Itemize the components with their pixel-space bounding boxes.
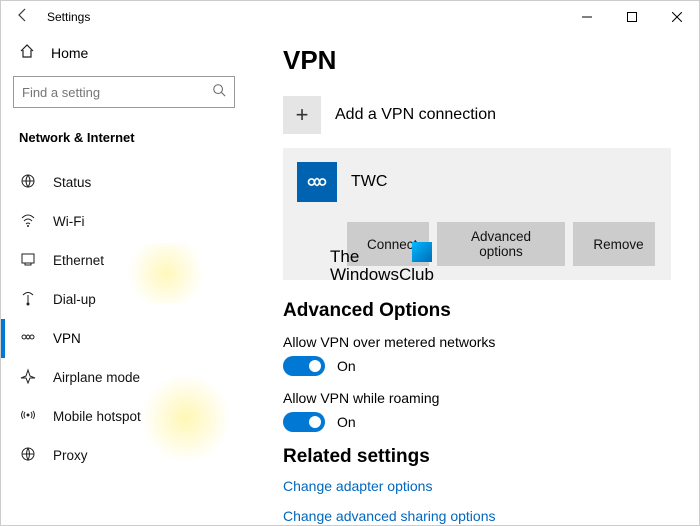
sidebar-item-ethernet[interactable]: Ethernet	[13, 241, 235, 280]
link-adapter-options[interactable]: Change adapter options	[283, 478, 671, 494]
sidebar-item-label: Status	[53, 175, 91, 190]
minimize-button[interactable]	[564, 1, 609, 33]
sidebar-item-label: Airplane mode	[53, 370, 140, 385]
ethernet-icon	[19, 251, 37, 270]
connect-button[interactable]: Connect	[347, 222, 429, 266]
advanced-options-button[interactable]: Advanced options	[437, 222, 566, 266]
related-settings-heading: Related settings	[283, 446, 671, 468]
advanced-options-heading: Advanced Options	[283, 300, 671, 322]
search-icon	[212, 83, 226, 102]
metered-toggle[interactable]	[283, 356, 325, 376]
sidebar-item-label: Ethernet	[53, 253, 104, 268]
sidebar-item-hotspot[interactable]: Mobile hotspot	[13, 397, 235, 436]
main-content: VPN + Add a VPN connection TWC Connect A…	[247, 33, 699, 525]
link-sharing-options[interactable]: Change advanced sharing options	[283, 508, 671, 524]
proxy-icon	[19, 446, 37, 465]
airplane-icon	[19, 368, 37, 387]
add-vpn-row[interactable]: + Add a VPN connection	[283, 96, 671, 134]
roaming-toggle[interactable]	[283, 412, 325, 432]
page-title: VPN	[283, 45, 671, 76]
settings-window: Settings Home Network & Internet Status …	[0, 0, 700, 526]
close-button[interactable]	[654, 1, 699, 33]
sidebar-item-label: Wi-Fi	[53, 214, 84, 229]
back-button[interactable]	[9, 7, 37, 28]
sidebar-nav: Status Wi-Fi Ethernet Dial-up VPN Airpla…	[13, 163, 235, 475]
sidebar-home-label: Home	[51, 45, 88, 61]
sidebar-item-label: Proxy	[53, 448, 88, 463]
status-icon	[19, 173, 37, 192]
title-bar: Settings	[1, 1, 699, 33]
sidebar-item-wifi[interactable]: Wi-Fi	[13, 202, 235, 241]
vpn-icon	[19, 329, 37, 348]
add-icon: +	[283, 96, 321, 134]
metered-label: Allow VPN over metered networks	[283, 334, 671, 350]
search-box[interactable]	[13, 76, 235, 108]
vpn-connection-card[interactable]: TWC Connect Advanced options Remove	[283, 148, 671, 280]
sidebar-home[interactable]: Home	[13, 33, 235, 76]
roaming-toggle-state: On	[337, 414, 356, 430]
sidebar: Home Network & Internet Status Wi-Fi Eth…	[1, 33, 247, 525]
hotspot-icon	[19, 407, 37, 426]
vpn-connection-icon	[297, 162, 337, 202]
maximize-button[interactable]	[609, 1, 654, 33]
home-icon	[19, 43, 35, 62]
roaming-label: Allow VPN while roaming	[283, 390, 671, 406]
sidebar-item-label: VPN	[53, 331, 81, 346]
sidebar-item-label: Mobile hotspot	[53, 409, 141, 424]
sidebar-section-title: Network & Internet	[13, 126, 235, 163]
sidebar-item-proxy[interactable]: Proxy	[13, 436, 235, 475]
dialup-icon	[19, 290, 37, 309]
metered-toggle-state: On	[337, 358, 356, 374]
sidebar-item-label: Dial-up	[53, 292, 96, 307]
sidebar-item-airplane[interactable]: Airplane mode	[13, 358, 235, 397]
add-vpn-label: Add a VPN connection	[335, 106, 496, 124]
sidebar-item-vpn[interactable]: VPN	[13, 319, 235, 358]
wifi-icon	[19, 212, 37, 231]
sidebar-item-status[interactable]: Status	[13, 163, 235, 202]
window-title: Settings	[47, 10, 90, 24]
search-input[interactable]	[22, 85, 212, 100]
vpn-connection-name: TWC	[351, 173, 387, 191]
remove-button[interactable]: Remove	[573, 222, 655, 266]
sidebar-item-dialup[interactable]: Dial-up	[13, 280, 235, 319]
